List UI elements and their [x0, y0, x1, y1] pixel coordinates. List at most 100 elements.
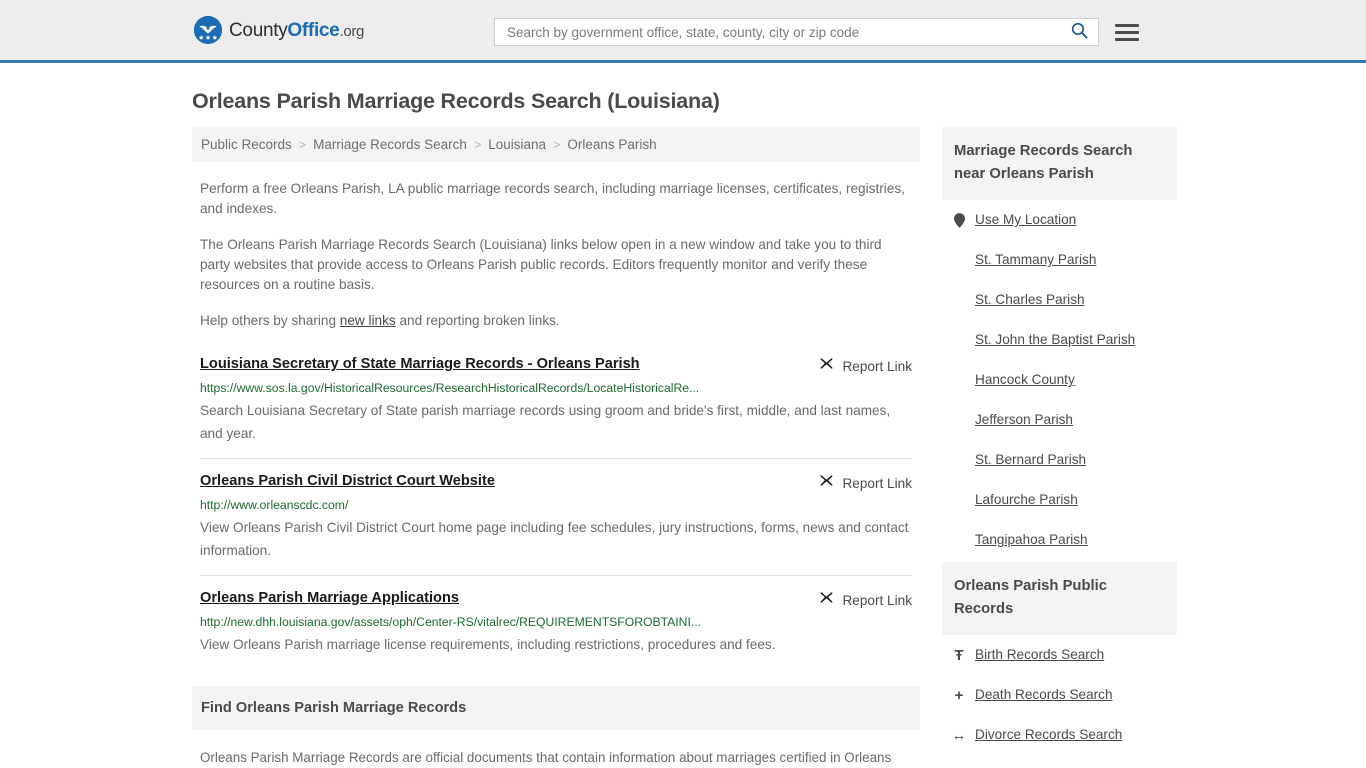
sidebar-item-label: St. Bernard Parish — [975, 452, 1087, 467]
sidebar-item-hancock-county[interactable]: Hancock County — [942, 360, 1177, 400]
find-records-paragraph: Orleans Parish Marriage Records are offi… — [200, 750, 892, 765]
sidebar-public-records-heading: Orleans Parish Public Records — [942, 562, 1177, 635]
report-link-label: Report Link — [842, 358, 912, 374]
intro-paragraph-3: Help others by sharing new links and rep… — [200, 311, 912, 331]
breadcrumb-separator: > — [553, 137, 561, 152]
main-column: Public Records > Marriage Records Search > L… — [192, 127, 920, 768]
report-link-label: Report Link — [842, 592, 912, 608]
sidebar-item-label: St. Tammany Parish — [975, 252, 1097, 267]
sidebar-item-label: Death Records Search — [975, 687, 1113, 702]
result-title-link[interactable]: Louisiana Secretary of State Marriage Re… — [200, 355, 640, 373]
hamburger-bar — [1115, 37, 1139, 41]
report-link-label: Report Link — [842, 475, 912, 491]
sidebar-nearby-list: Use My Location St. Tammany Parish St. Cha… — [942, 200, 1177, 560]
sidebar-panel-nearby: Marriage Records Search near Orleans Par… — [942, 127, 1177, 560]
logo-text-org: .org — [339, 22, 365, 40]
sidebar: Marriage Records Search near Orleans Par… — [942, 127, 1177, 768]
site-header: CountyOffice.org — [0, 0, 1366, 63]
page-body: Orleans Parish Marriage Records Search (… — [0, 89, 1366, 768]
broken-link-icon — [819, 473, 834, 493]
intro-share-text-after: and reporting broken links. — [395, 313, 560, 328]
result-header: Louisiana Secretary of State Marriage Re… — [200, 355, 912, 376]
map-pin-icon — [952, 212, 966, 228]
breadcrumb-item-public-records[interactable]: Public Records — [201, 137, 292, 152]
sidebar-item-label: Tangipahoa Parish — [975, 532, 1088, 547]
sidebar-item-label: Birth Records Search — [975, 647, 1105, 662]
icon-glyph: Ŧ — [954, 646, 964, 664]
hamburger-bar — [1115, 30, 1139, 34]
result-url: https://www.sos.la.gov/HistoricalResourc… — [200, 381, 700, 395]
sidebar-panel-public-records: Orleans Parish Public Records Ŧ Birth Rec… — [942, 562, 1177, 768]
sidebar-item-genealogy-search[interactable]: ?Genealogy Search — [942, 755, 1177, 768]
content-container: Public Records > Marriage Records Search > L… — [188, 114, 1178, 768]
sidebar-item-lafourche-parish[interactable]: Lafourche Parish — [942, 480, 1177, 520]
sidebar-item-divorce-records-search[interactable]: ↔ Divorce Records Search — [942, 715, 1177, 755]
intro-paragraph-1: Perform a free Orleans Parish, LA public… — [200, 181, 905, 216]
sidebar-nearby-heading: Marriage Records Search near Orleans Par… — [942, 127, 1177, 200]
sidebar-item-jefferson-parish[interactable]: Jefferson Parish — [942, 400, 1177, 440]
result-url: http://new.dhh.louisiana.gov/assets/oph/… — [200, 615, 702, 629]
result-header: Orleans Parish Civil District Court Webs… — [200, 472, 912, 493]
result-title-link[interactable]: Orleans Parish Civil District Court Webs… — [200, 472, 495, 490]
broken-link-icon — [819, 590, 834, 610]
countyoffice-eagle-logo-icon — [194, 16, 222, 44]
results-list: Louisiana Secretary of State Marriage Re… — [192, 355, 920, 656]
find-records-body: Orleans Parish Marriage Records are offi… — [192, 746, 920, 768]
sidebar-item-st-john-the-baptist-parish[interactable]: St. John the Baptist Parish — [942, 320, 1177, 360]
site-logo[interactable]: CountyOffice.org — [194, 16, 364, 44]
breadcrumb-item-orleans-parish: Orleans Parish — [567, 137, 657, 152]
result-url: http://www.orleanscdc.com/ — [200, 498, 349, 512]
sidebar-item-label: Hancock County — [975, 372, 1075, 387]
baby-icon: Ŧ — [952, 648, 966, 663]
hamburger-menu-icon[interactable] — [1115, 23, 1139, 41]
breadcrumb-separator: > — [298, 137, 307, 152]
result-description: View Orleans Parish Civil District Court… — [200, 520, 909, 558]
result-title-link[interactable]: Orleans Parish Marriage Applications — [200, 589, 459, 607]
sidebar-item-st-bernard-parish[interactable]: St. Bernard Parish — [942, 440, 1177, 480]
sidebar-item-label: St. Charles Parish — [975, 292, 1085, 307]
intro-paragraph-2: The Orleans Parish Marriage Records Sear… — [200, 237, 882, 292]
intro-section: Perform a free Orleans Parish, LA public… — [192, 179, 920, 331]
report-link-button[interactable]: Report Link — [819, 589, 912, 610]
cross-icon: + — [952, 688, 966, 703]
sidebar-item-birth-records-search[interactable]: Ŧ Birth Records Search — [942, 635, 1177, 675]
new-links-link[interactable]: new links — [340, 313, 396, 328]
sidebar-item-tangipahoa-parish[interactable]: Tangipahoa Parish — [942, 520, 1177, 560]
sidebar-public-records-list: Ŧ Birth Records Search + Death Records Sear… — [942, 635, 1177, 768]
sidebar-item-label: St. John the Baptist Parish — [975, 332, 1136, 347]
report-link-button[interactable]: Report Link — [819, 472, 912, 493]
result-header: Orleans Parish Marriage Applications Repo… — [200, 589, 912, 610]
sidebar-item-label: Lafourche Parish — [975, 492, 1078, 507]
breadcrumb: Public Records > Marriage Records Search > L… — [192, 127, 920, 162]
sidebar-item-use-my-location[interactable]: Use My Location — [942, 200, 1177, 240]
icon-glyph: ↔ — [951, 726, 967, 744]
sidebar-item-label: Use My Location — [975, 212, 1077, 227]
icon-glyph: + — [954, 686, 964, 704]
result-description: Search Louisiana Secretary of State pari… — [200, 403, 891, 441]
search-input[interactable] — [505, 19, 1065, 45]
sidebar-item-label: Divorce Records Search — [975, 727, 1123, 742]
result-item: Orleans Parish Marriage Applications Repo… — [200, 575, 912, 656]
broken-link-icon — [819, 356, 834, 376]
search-button[interactable] — [1065, 22, 1090, 42]
sidebar-item-st-charles-parish[interactable]: St. Charles Parish — [942, 280, 1177, 320]
sidebar-item-label: Jefferson Parish — [975, 412, 1073, 427]
search-icon — [1071, 22, 1088, 42]
left-right-arrow-icon: ↔ — [951, 726, 967, 744]
logo-wordmark: CountyOffice.org — [229, 21, 364, 40]
intro-share-text-before: Help others by sharing — [200, 313, 340, 328]
result-item: Louisiana Secretary of State Marriage Re… — [200, 355, 912, 445]
sidebar-item-death-records-search[interactable]: + Death Records Search — [942, 675, 1177, 715]
search-box[interactable] — [494, 18, 1099, 46]
breadcrumb-separator: > — [473, 137, 482, 152]
logo-text-office: Office — [287, 19, 340, 41]
breadcrumb-item-marriage-records-search[interactable]: Marriage Records Search — [313, 137, 467, 152]
page-title: Orleans Parish Marriage Records Search (… — [192, 89, 720, 113]
breadcrumb-item-louisiana[interactable]: Louisiana — [488, 137, 546, 152]
find-records-heading: Find Orleans Parish Marriage Records — [192, 686, 920, 730]
hamburger-bar — [1115, 23, 1139, 27]
report-link-button[interactable]: Report Link — [819, 355, 912, 376]
logo-text-county: County — [229, 19, 288, 41]
header-search-area — [494, 18, 1139, 46]
sidebar-item-st-tammany-parish[interactable]: St. Tammany Parish — [942, 240, 1177, 280]
